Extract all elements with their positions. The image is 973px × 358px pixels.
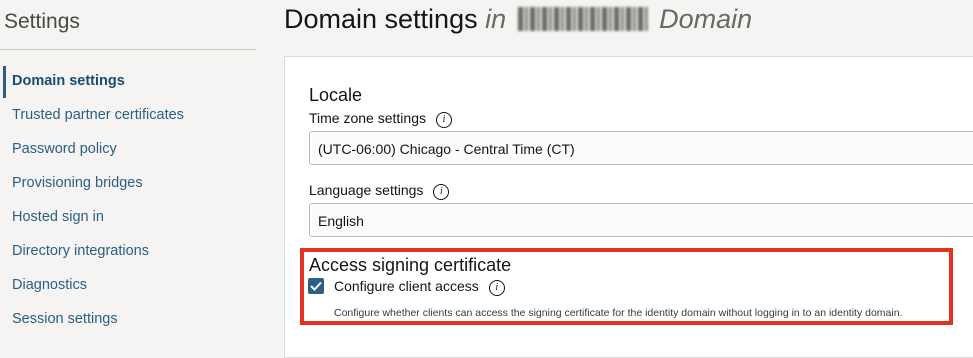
configure-client-access-text: Configure client access [334, 278, 479, 294]
sidebar-title: Settings [4, 10, 80, 33]
sidebar-divider [0, 49, 256, 50]
page-title-in: in [485, 4, 507, 34]
timezone-label: Time zone settings i [309, 110, 452, 128]
sidebar-item-password-policy[interactable]: Password policy [0, 132, 256, 166]
settings-sidebar: Settings Domain settings Trusted partner… [0, 0, 256, 338]
info-icon[interactable]: i [435, 112, 452, 128]
language-select[interactable]: English [309, 203, 973, 237]
sidebar-item-provisioning-bridges[interactable]: Provisioning bridges [0, 166, 256, 200]
page-title-main: Domain settings [284, 4, 478, 34]
timezone-label-text: Time zone settings [309, 110, 426, 126]
redacted-domain-name [517, 7, 648, 31]
language-label: Language settings i [309, 182, 450, 200]
configure-client-access-checkbox[interactable] [308, 278, 324, 294]
info-icon[interactable]: i [488, 280, 505, 296]
sidebar-item-diagnostics[interactable]: Diagnostics [0, 268, 256, 302]
configure-client-access-label[interactable]: Configure client access i [334, 278, 505, 296]
locale-section-title: Locale [309, 85, 363, 105]
sidebar-item-domain-settings[interactable]: Domain settings [0, 64, 256, 98]
timezone-select[interactable]: (UTC-06:00) Chicago - Central Time (CT) [309, 131, 973, 165]
client-access-help-text: Configure whether clients can access the… [334, 307, 903, 319]
sidebar-item-session-settings[interactable]: Session settings [0, 302, 256, 336]
sidebar-item-hosted-sign-in[interactable]: Hosted sign in [0, 200, 256, 234]
settings-nav: Domain settings Trusted partner certific… [0, 64, 256, 336]
info-icon[interactable]: i [433, 184, 450, 200]
checkmark-icon [310, 281, 322, 291]
page-title: Domain settings in Domain [284, 4, 752, 35]
sidebar-item-directory-integrations[interactable]: Directory integrations [0, 234, 256, 268]
language-label-text: Language settings [309, 182, 424, 198]
sidebar-item-trusted-partner-certificates[interactable]: Trusted partner certificates [0, 98, 256, 132]
page-title-domain: Domain [659, 4, 753, 34]
